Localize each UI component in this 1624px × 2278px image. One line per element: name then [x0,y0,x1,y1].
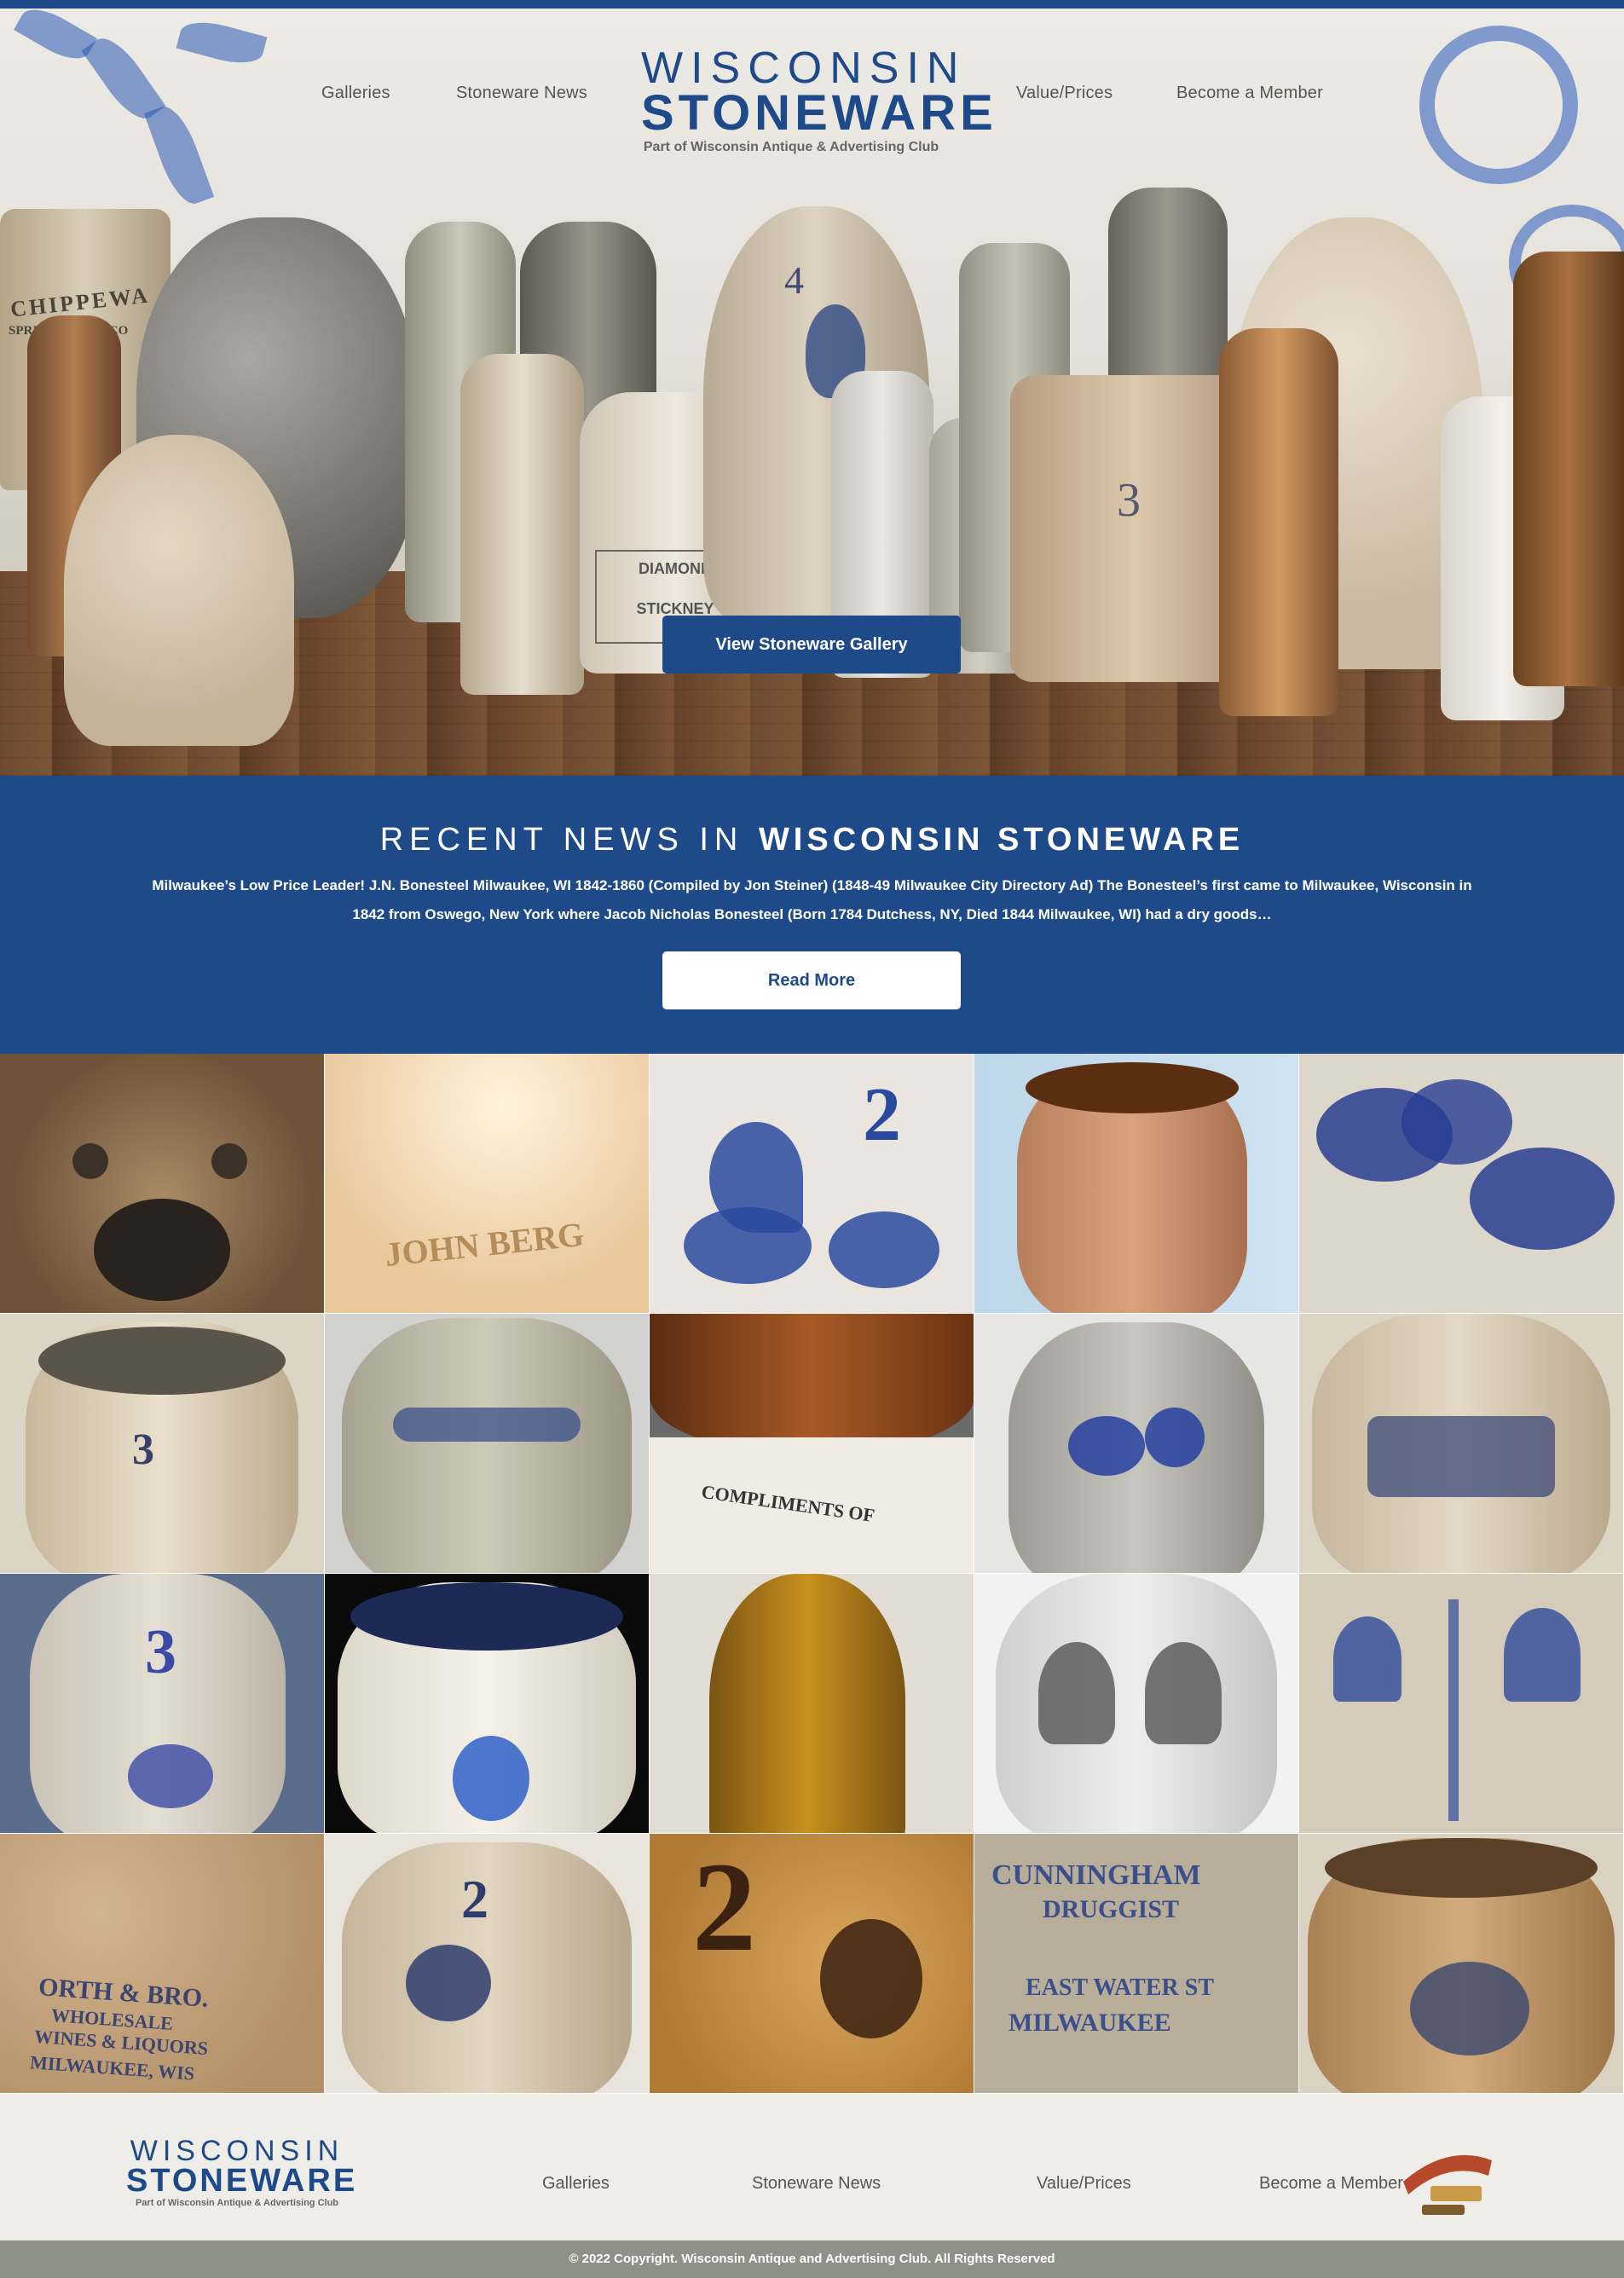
gallery-tile-stamped-crock[interactable] [1299,1314,1624,1574]
cobalt-decoration [1410,1962,1529,2055]
gallery-tile-gray-crock[interactable] [325,1314,650,1574]
decor-leaf [143,101,215,210]
hero-banner: CHIPPEWA SPRING WATER CO DIAMOND STICKNE… [0,9,1624,776]
cobalt-decoration [829,1211,939,1288]
stamp-text: EAST WATER ST [1026,1974,1214,2001]
cobalt-stamp [1367,1416,1555,1497]
gallery-tile-crock-2[interactable]: 2 [325,1834,650,2094]
capacity-number: 2 [863,1073,901,1157]
club-logo[interactable] [1396,2135,1499,2229]
stamp-text: DRUGGIST [1043,1895,1180,1923]
nav-become-member[interactable]: Become a Member [1176,84,1323,103]
gallery-tile-amber-bottle[interactable] [650,1574,974,1834]
brown-crock [1513,252,1624,686]
logo-line-2: STONEWARE [126,2163,358,2199]
gallery-tile-orth-bro[interactable]: ORTH & BRO. WHOLESALE WINES & LIQUORS MI… [0,1834,325,2094]
tulip-decoration [1333,1616,1401,1702]
gallery-tile-brown-2[interactable]: 2 [650,1834,974,2094]
gallery-tile-cunningham[interactable]: CUNNINGHAM DRUGGIST EAST WATER ST MILWAU… [974,1834,1299,2094]
cobalt-decoration [1145,1408,1205,1467]
pig-snout [94,1199,230,1301]
footer-logo[interactable]: WISCONSIN STONEWARE Part of Wisconsin An… [126,2135,358,2208]
logo-line-1: WISCONSIN [130,2135,344,2167]
copyright-bar: © 2022 Copyright. Wisconsin Antique and … [0,2240,1624,2278]
logo-line-2: STONEWARE [641,85,997,141]
cobalt-decoration [1401,1079,1512,1165]
gallery-tile-pig[interactable] [0,1054,325,1314]
read-more-button[interactable]: Read More [662,951,961,1009]
blue-rim-bottle [460,354,584,695]
gallery-tile-blue-tulips[interactable] [1299,1574,1624,1834]
gallery-tile-tan-crock[interactable] [1299,1834,1624,2094]
footer-nav-value-prices[interactable]: Value/Prices [1037,2174,1131,2194]
pig-eye [72,1143,108,1179]
crock [342,1318,632,1573]
logo-line-1: WISCONSIN [641,43,967,93]
view-gallery-button[interactable]: View Stoneware Gallery [662,616,961,674]
cobalt-decoration [1470,1148,1615,1250]
gallery-tile-gray-jar-flower[interactable] [974,1314,1299,1574]
cobalt-stamp [393,1408,581,1442]
recent-news-section: RECENT NEWS IN WISCONSIN STONEWARE Milwa… [0,776,1624,1054]
gallery-tile-blue-leaf[interactable] [1299,1054,1624,1314]
capacity-number: 2 [461,1869,488,1929]
gallery-tile-white-crock[interactable] [325,1574,650,1834]
top-accent-bar [0,0,1624,9]
cobalt-decoration [453,1736,529,1821]
capacity-number: 2 [692,1836,756,1978]
nav-galleries[interactable]: Galleries [321,84,390,103]
footer-nav-become-member[interactable]: Become a Member [1259,2174,1403,2194]
gallery-grid: JOHN BERG 2 3 COMPLIMENTS OF 3 ORTH & BR… [0,1054,1624,2094]
crock-opening [350,1582,623,1651]
crock-opening [1325,1838,1598,1898]
tulip-decoration [1038,1642,1115,1744]
decor-leaf [176,14,268,71]
gallery-tile-brown-pitcher[interactable] [974,1054,1299,1314]
gallery-tile-blue-flower-2[interactable]: 2 [650,1054,974,1314]
capacity-number: 3 [132,1425,154,1474]
club-logo-image [1403,2154,1492,2215]
gallery-tile-crock-3[interactable]: 3 [0,1314,325,1574]
amber-bottle [709,1574,905,1833]
cobalt-decoration [1068,1416,1145,1476]
logo-tagline: Part of Wisconsin Antique & Advertising … [135,2198,339,2208]
amber-bottle [1219,328,1338,716]
crock-opening [38,1327,286,1395]
site-logo[interactable]: WISCONSIN STONEWARE Part of Wisconsin An… [641,43,997,155]
pig-eye [211,1143,247,1179]
pot-mark: 3 [1117,474,1141,527]
stamp-text: MILWAUKEE [1008,2009,1171,2037]
cobalt-decoration [406,1945,491,2021]
pitcher-rim [1026,1062,1239,1113]
tulip-decoration [1145,1642,1222,1744]
tan-jug [64,435,294,746]
capacity-number: 3 [145,1617,176,1687]
brown-decoration [820,1919,922,2038]
cobalt-decoration [128,1744,213,1808]
gallery-tile-crock-3-flower[interactable]: 3 [0,1574,325,1834]
news-heading: RECENT NEWS IN WISCONSIN STONEWARE [0,822,1624,859]
stamp-text: CUNNINGHAM [991,1859,1201,1891]
news-excerpt: Milwaukee’s Low Price Leader! J.N. Bones… [152,877,1472,922]
decor-swirl [1419,26,1578,184]
gallery-tile-tulip-crock[interactable] [974,1574,1299,1834]
news-heading-bold: WISCONSIN STONEWARE [758,822,1245,858]
gallery-tile-john-berg[interactable]: JOHN BERG [325,1054,650,1314]
brown-glaze [650,1314,974,1450]
footer-nav-stoneware-news[interactable]: Stoneware News [752,2174,881,2194]
stamp-text: JOHN BERG [383,1214,587,1275]
logo-tagline: Part of Wisconsin Antique & Advertising … [643,140,939,154]
gallery-tile-compliments-jug[interactable]: COMPLIMENTS OF [650,1314,974,1574]
footer-nav-galleries[interactable]: Galleries [542,2174,610,2194]
pot-mark: 4 [784,258,804,302]
nav-stoneware-news[interactable]: Stoneware News [456,84,587,103]
cobalt-decoration [684,1207,812,1284]
site-footer: WISCONSIN STONEWARE Part of Wisconsin An… [0,2094,1624,2240]
tulip-decoration [1504,1608,1581,1702]
stem-decoration [1448,1599,1459,1821]
news-heading-light: RECENT NEWS IN [379,822,744,858]
decor-leaf [14,9,97,68]
nav-value-prices[interactable]: Value/Prices [1016,84,1113,103]
